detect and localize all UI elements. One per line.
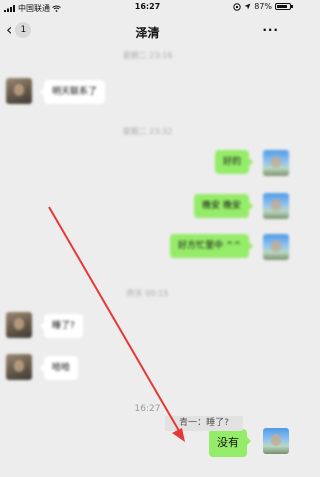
sent-message[interactable]: 好的 <box>214 150 254 174</box>
sent-message[interactable]: 晚安 晚安 <box>194 194 253 218</box>
lock-rotation-icon <box>233 2 241 11</box>
status-right: 87% <box>233 2 293 11</box>
sent-message[interactable]: 好方忙里中 ^^ <box>170 234 253 258</box>
sent-message[interactable]: 没有 <box>209 429 251 457</box>
received-message[interactable]: 明天联系了 <box>39 80 106 104</box>
self-avatar[interactable] <box>263 234 289 260</box>
status-bar: 中国联通 16:27 87% <box>0 0 295 16</box>
self-avatar[interactable] <box>263 428 289 454</box>
self-avatar[interactable] <box>263 150 289 176</box>
more-dots-icon[interactable]: ··· <box>262 23 279 37</box>
timestamp: 昨天 00:15 <box>126 289 169 298</box>
chat-title: 泽清 <box>135 26 160 40</box>
battery-percent: 87% <box>254 2 272 11</box>
nav-bar: ‹ 1 泽清 ··· <box>0 16 295 46</box>
battery-icon <box>275 3 293 10</box>
timestamp: 星期二 23:32 <box>122 127 173 136</box>
timestamp: 星期二 23:16 <box>122 51 173 60</box>
chat-area[interactable]: 星期二 23:16 明天联系了 星期二 23:32 好的 晚安 晚安 好方忙里中… <box>0 46 295 477</box>
contact-avatar[interactable] <box>6 312 32 338</box>
contact-avatar[interactable] <box>6 354 32 380</box>
timestamp: 16:27 <box>134 404 161 414</box>
received-message[interactable]: 哈哈 <box>39 356 79 380</box>
quoted-message[interactable]: 青一：睡了? <box>165 416 243 431</box>
received-message[interactable]: 睡了? <box>40 314 83 338</box>
contact-avatar[interactable] <box>6 78 32 104</box>
location-icon <box>244 3 251 10</box>
battery-fill <box>277 5 288 8</box>
self-avatar[interactable] <box>263 193 289 219</box>
